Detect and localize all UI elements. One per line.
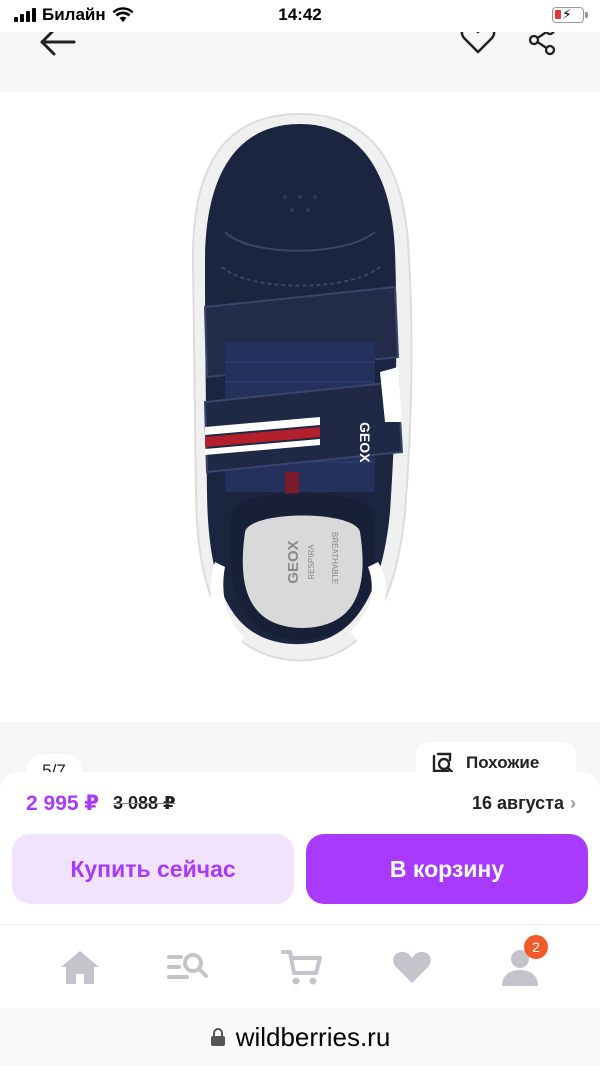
tab-bar: 2 [0, 924, 600, 1008]
price-row: 2 995 ₽ 3 088 ₽ 16 августа › [26, 790, 576, 816]
tab-catalog[interactable] [164, 943, 212, 991]
cart-icon [281, 950, 322, 985]
insole-sub-text: RESPIRA [307, 544, 316, 580]
product-gallery[interactable]: GEOX GEOX RESPIRA BREATHABLE 5/7 Похожие [0, 32, 600, 792]
delivery-date: 16 августа [472, 792, 564, 813]
buy-now-button[interactable]: Купить сейчас [12, 834, 294, 904]
product-image[interactable]: GEOX GEOX RESPIRA BREATHABLE [0, 92, 600, 722]
tab-home[interactable] [56, 943, 104, 991]
buy-panel: 2 995 ₽ 3 088 ₽ 16 августа › Купить сейч… [0, 772, 600, 924]
tab-cart[interactable] [278, 943, 326, 991]
product-page: Билайн 14:42 ⚡ GEOX GEOX RESPIRA BREATHA… [0, 0, 600, 1066]
url-text: wildberries.ru [235, 1021, 391, 1052]
status-bar: Билайн 14:42 ⚡ [0, 0, 600, 32]
add-to-cart-button[interactable]: В корзину [306, 834, 588, 904]
tongue-brand-text: GEOX [357, 422, 373, 463]
home-icon [61, 951, 99, 984]
heart-icon [393, 951, 431, 983]
current-price: 2 995 ₽ [26, 791, 99, 815]
lock-icon [210, 1028, 225, 1046]
old-price: 3 088 ₽ [113, 792, 176, 813]
shoe-illustration: GEOX GEOX RESPIRA BREATHABLE [191, 112, 413, 662]
insole-brand-text: GEOX [285, 540, 302, 583]
insole-label-text: BREATHABLE [330, 532, 339, 584]
battery-icon: ⚡ [552, 6, 588, 23]
cart-count-badge: 2 [524, 935, 548, 959]
tab-profile[interactable]: 2 [496, 935, 548, 991]
tab-favorites[interactable] [388, 943, 436, 991]
similar-label: Похожие [466, 753, 540, 772]
chevron-right-icon: › [570, 792, 576, 813]
browser-url-bar[interactable]: wildberries.ru [0, 1008, 600, 1066]
delivery-date-link[interactable]: 16 августа › [472, 793, 576, 814]
clock: 14:42 [278, 5, 322, 24]
catalog-search-icon [167, 953, 208, 979]
